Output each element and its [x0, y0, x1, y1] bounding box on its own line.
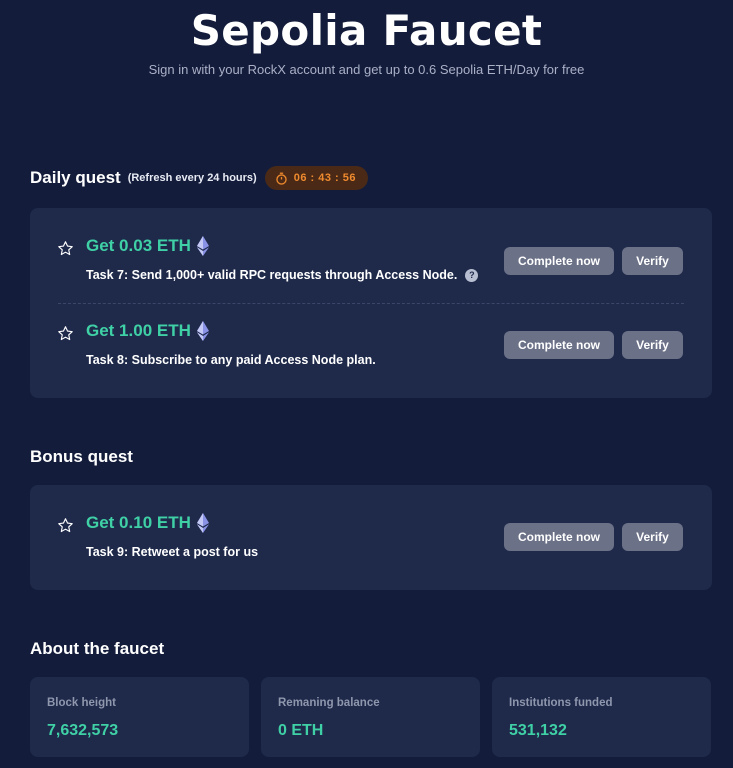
quest-task-label: Task 8: Subscribe to any paid Access Nod… — [86, 353, 376, 367]
page-subtitle: Sign in with your RockX account and get … — [148, 62, 585, 77]
faucet-page: Sepolia Faucet Sign in with your RockX a… — [0, 0, 733, 768]
bonus-quest-card: Get 0.10 ETH Task 9: Retweet a post for … — [30, 485, 712, 590]
ethereum-icon — [196, 236, 209, 256]
quest-task-label: Task 7: Send 1,000+ valid RPC requests t… — [86, 268, 458, 282]
stat-label: Institutions funded — [509, 697, 613, 709]
stopwatch-icon — [276, 172, 287, 185]
quest-reward-label: Get 1.00 ETH — [86, 321, 191, 340]
verify-button[interactable]: Verify — [622, 331, 683, 359]
quest-row: Get 0.10 ETH Task 9: Retweet a post for … — [30, 513, 712, 587]
quest-reward: Get 0.03 ETH — [86, 236, 209, 256]
stat-value: 0 ETH — [278, 722, 324, 739]
countdown-timer: 06 : 43 : 56 — [264, 166, 368, 190]
stat-value: 531,132 — [509, 722, 567, 739]
verify-button[interactable]: Verify — [622, 523, 683, 551]
quest-row: Get 0.03 ETH Task 7: Send 1,000+ valid R… — [30, 236, 712, 310]
stat-label: Block height — [47, 697, 117, 709]
daily-quest-card: Get 0.03 ETH Task 7: Send 1,000+ valid R… — [30, 208, 712, 398]
about-heading: About the faucet — [30, 639, 164, 659]
stat-card-institutions-funded: Institutions funded 531,132 — [492, 677, 711, 757]
complete-now-button[interactable]: Complete now — [504, 247, 614, 275]
verify-button[interactable]: Verify — [622, 247, 683, 275]
daily-quest-refresh-note: (Refresh every 24 hours) — [127, 172, 257, 184]
page-title: Sepolia Faucet — [190, 6, 543, 55]
quest-reward: Get 0.10 ETH — [86, 513, 209, 533]
quest-task: Task 8: Subscribe to any paid Access Nod… — [86, 353, 376, 367]
complete-now-button[interactable]: Complete now — [504, 523, 614, 551]
stat-value: 7,632,573 — [47, 722, 119, 739]
ethereum-icon — [196, 321, 209, 341]
quest-reward-label: Get 0.10 ETH — [86, 513, 191, 532]
bonus-quest-title: Bonus quest — [30, 447, 133, 466]
quest-divider — [58, 303, 684, 304]
star-outline-icon — [58, 241, 73, 256]
quest-task: Task 9: Retweet a post for us — [86, 545, 258, 559]
stat-card-remaining-balance: Remaning balance 0 ETH — [261, 677, 480, 757]
ethereum-icon — [196, 513, 209, 533]
about-title: About the faucet — [30, 639, 165, 658]
daily-quest-heading: Daily quest (Refresh every 24 hours) 06 … — [30, 166, 368, 190]
quest-task: Task 7: Send 1,000+ valid RPC requests t… — [86, 268, 479, 282]
quest-row: Get 1.00 ETH Task 8: Subscribe to any pa… — [30, 321, 712, 395]
stat-card-block-height: Block height 7,632,573 — [30, 677, 249, 757]
quest-task-label: Task 9: Retweet a post for us — [86, 545, 259, 559]
countdown-value: 06 : 43 : 56 — [293, 172, 356, 184]
question-circle-icon[interactable]: ? — [465, 268, 479, 282]
complete-now-button[interactable]: Complete now — [504, 331, 614, 359]
quest-reward-label: Get 0.03 ETH — [86, 236, 191, 255]
stat-label: Remaning balance — [278, 697, 380, 709]
daily-quest-title: Daily quest — [30, 168, 121, 187]
star-outline-icon — [58, 326, 73, 341]
star-outline-icon — [58, 518, 73, 533]
bonus-quest-heading: Bonus quest — [30, 447, 133, 467]
quest-reward: Get 1.00 ETH — [86, 321, 209, 341]
